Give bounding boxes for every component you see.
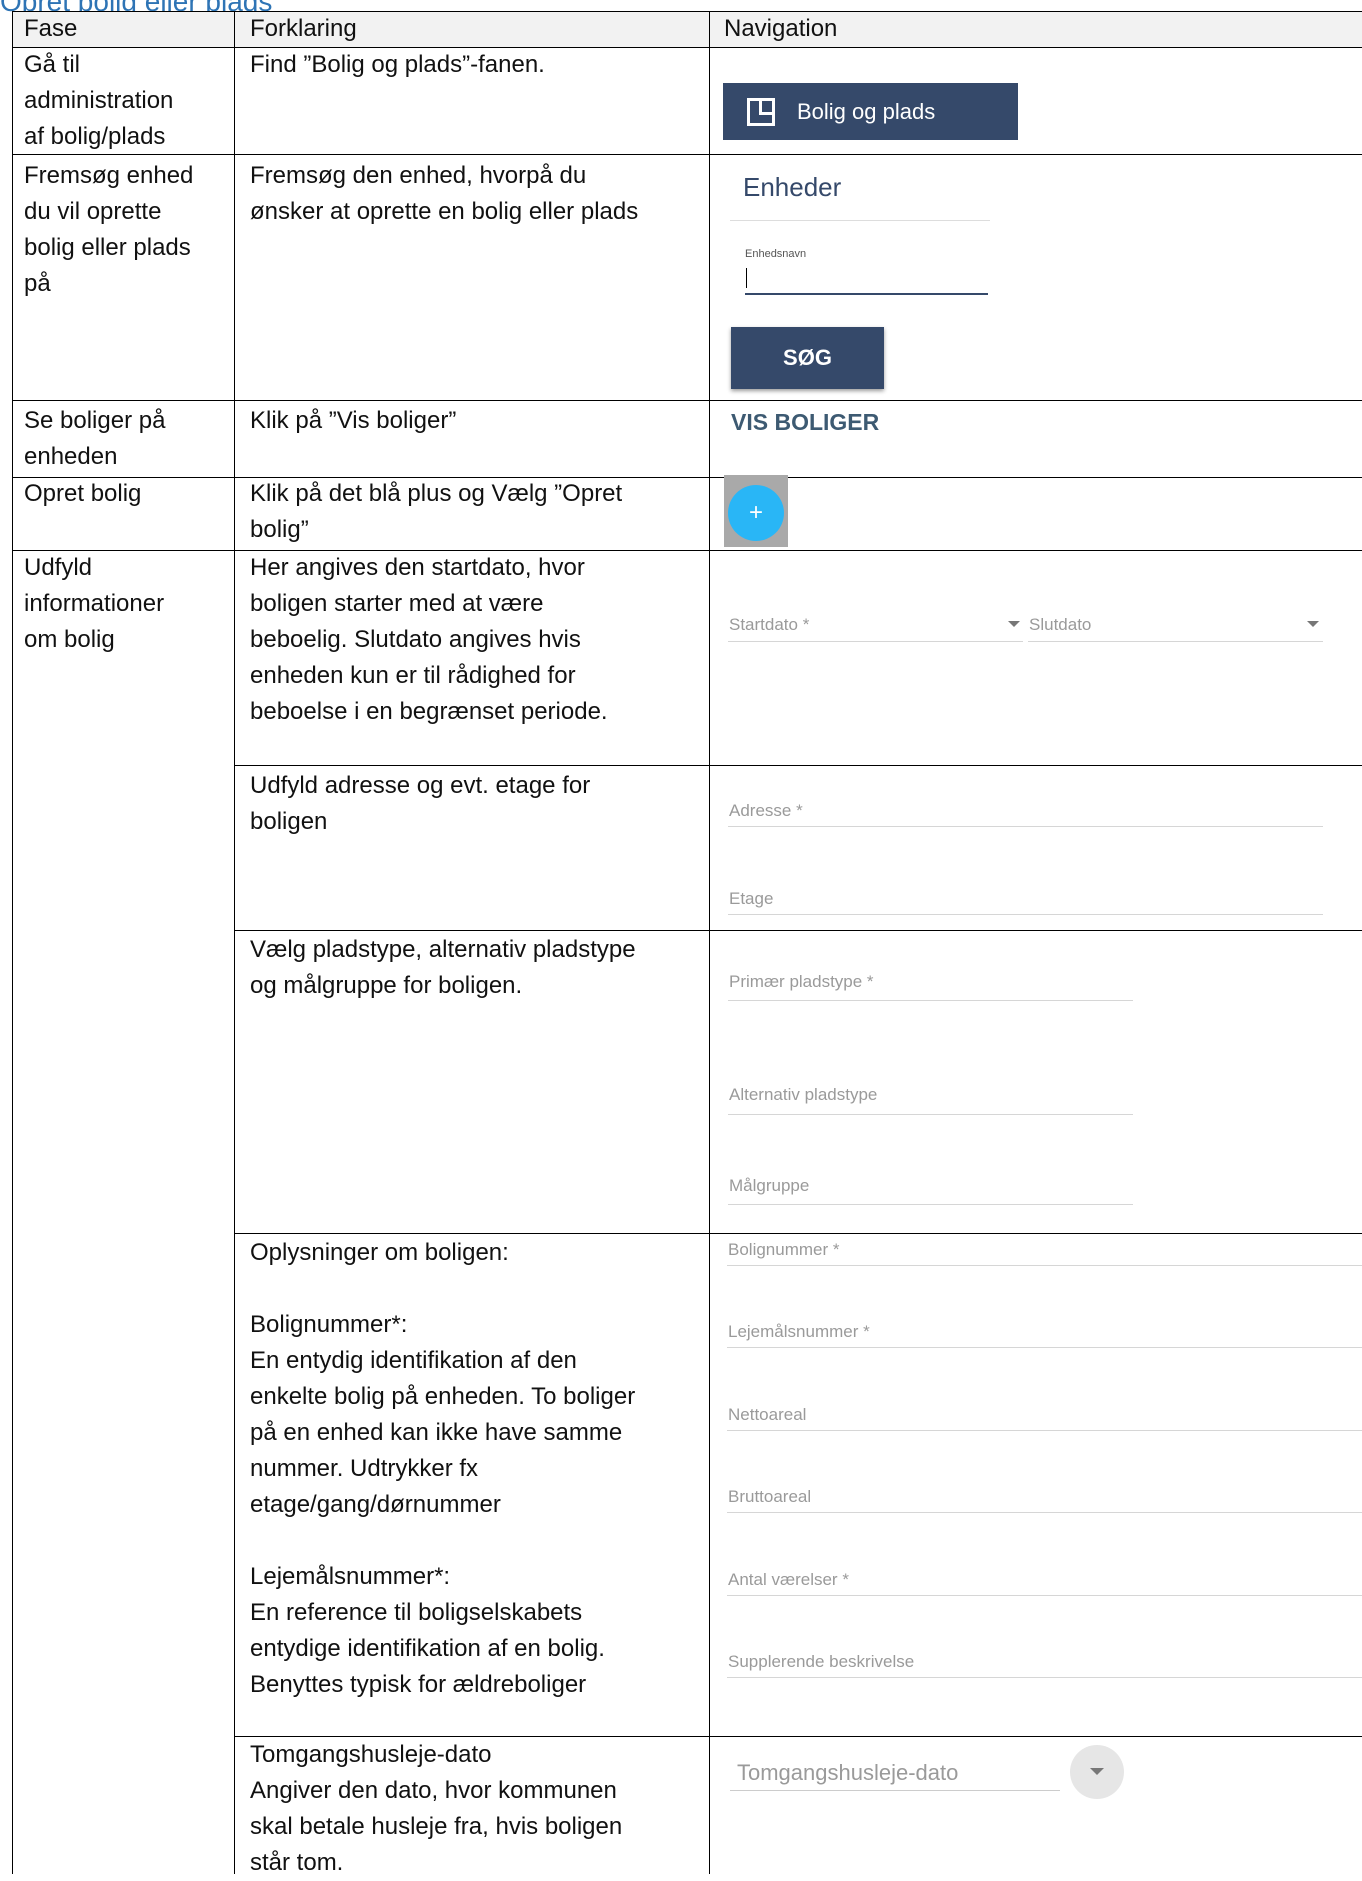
lejemalsnummer-label: Lejemålsnummer * <box>728 1322 870 1341</box>
forklaring-cell: Find ”Bolig og plads”-fanen. <box>250 51 545 78</box>
table-header-row <box>12 12 1362 47</box>
bolignummer-label: Bolignummer * <box>728 1240 840 1259</box>
enhedsnavn-input[interactable] <box>745 263 988 295</box>
antal-vaerelser-field[interactable] <box>727 1595 1362 1596</box>
tomgangshusleje-dato-field[interactable] <box>730 1790 1060 1791</box>
fase-cell: Fremsøg enhed du vil oprette bolig eller… <box>24 162 194 297</box>
row-divider <box>234 765 1362 766</box>
row-divider <box>234 1233 1362 1234</box>
text-cursor <box>746 268 747 288</box>
adresse-field[interactable] <box>728 826 1323 827</box>
fase-cell: Se boliger på enheden <box>24 407 166 470</box>
slutdato-label: Slutdato <box>1029 615 1092 634</box>
bruttoareal-label: Bruttoareal <box>728 1487 812 1506</box>
forklaring-cell: Oplysninger om boligen: Bolignummer*: En… <box>250 1239 636 1698</box>
fase-cell: Opret bolig <box>24 480 142 507</box>
header-fase: Fase <box>24 15 78 42</box>
fase-cell: Udfyld informationer om bolig <box>24 554 165 653</box>
etage-field[interactable] <box>728 914 1323 915</box>
bolig-og-plads-tab[interactable]: Bolig og plads <box>723 83 1018 140</box>
forklaring-cell: Fremsøg den enhed, hvorpå du ønsker at o… <box>250 162 639 225</box>
lejemalsnummer-field[interactable] <box>727 1347 1362 1348</box>
etage-label: Etage <box>729 889 774 908</box>
adresse-label: Adresse * <box>729 801 803 820</box>
search-button[interactable]: SØG <box>731 327 884 389</box>
nettoareal-field[interactable] <box>727 1430 1362 1431</box>
malgruppe-label: Målgruppe <box>729 1176 810 1195</box>
header-forklaring: Forklaring <box>250 15 357 42</box>
forklaring-cell: Tomgangshusleje-dato Angiver den dato, h… <box>250 1741 623 1876</box>
add-button[interactable]: + <box>728 485 784 541</box>
row-divider <box>12 47 1362 48</box>
forklaring-cell: Udfyld adresse og evt. etage for boligen <box>250 772 591 835</box>
row-divider <box>12 400 1362 401</box>
row-divider <box>12 154 1362 155</box>
dropdown-button[interactable] <box>1070 1745 1124 1799</box>
primaer-pladstype-field[interactable] <box>728 1000 1133 1001</box>
antal-vaerelser-label: Antal værelser * <box>728 1570 849 1589</box>
forklaring-cell: Her angives den startdato, hvor boligen … <box>250 554 608 725</box>
header-navigation: Navigation <box>724 15 838 42</box>
row-divider <box>234 930 1362 931</box>
primaer-pladstype-label: Primær pladstype * <box>729 972 874 991</box>
table-border-top <box>12 11 1362 12</box>
enheder-title: Enheder <box>743 172 842 202</box>
vis-boliger-link[interactable]: VIS BOLIGER <box>731 409 879 436</box>
table-border-left <box>12 11 13 1874</box>
enhedsnavn-label: Enhedsnavn <box>745 248 807 260</box>
chevron-down-icon[interactable] <box>1307 621 1319 627</box>
forklaring-cell: Klik på det blå plus og Vælg ”Opret boli… <box>250 480 623 543</box>
chevron-down-icon[interactable] <box>1008 621 1020 627</box>
row-divider <box>12 477 1362 478</box>
tomgangshusleje-dato-label: Tomgangshusleje-dato <box>737 1760 959 1785</box>
bruttoareal-field[interactable] <box>727 1512 1362 1513</box>
divider <box>730 220 990 221</box>
supplerende-beskrivelse-field[interactable] <box>727 1677 1362 1678</box>
column-divider <box>709 11 710 1874</box>
alternativ-pladstype-label: Alternativ pladstype <box>729 1085 878 1104</box>
row-divider <box>12 550 1362 551</box>
supplerende-beskrivelse-label: Supplerende beskrivelse <box>728 1652 915 1671</box>
floorplan-icon <box>747 97 775 126</box>
bolignummer-field[interactable] <box>727 1265 1362 1266</box>
forklaring-cell: Klik på ”Vis boliger” <box>250 407 457 434</box>
startdato-label: Startdato * <box>729 615 810 634</box>
forklaring-cell: Vælg pladstype, alternativ pladstype og … <box>250 936 636 999</box>
fase-cell: Gå til administration af bolig/plads <box>24 51 174 150</box>
startdato-field[interactable] <box>728 641 1023 642</box>
bolig-og-plads-label: Bolig og plads <box>797 98 936 124</box>
alternativ-pladstype-field[interactable] <box>728 1114 1133 1115</box>
nettoareal-label: Nettoareal <box>728 1405 807 1424</box>
slutdato-field[interactable] <box>1028 641 1323 642</box>
malgruppe-field[interactable] <box>728 1204 1133 1205</box>
plus-icon: + <box>748 499 763 526</box>
column-divider <box>234 11 235 1874</box>
